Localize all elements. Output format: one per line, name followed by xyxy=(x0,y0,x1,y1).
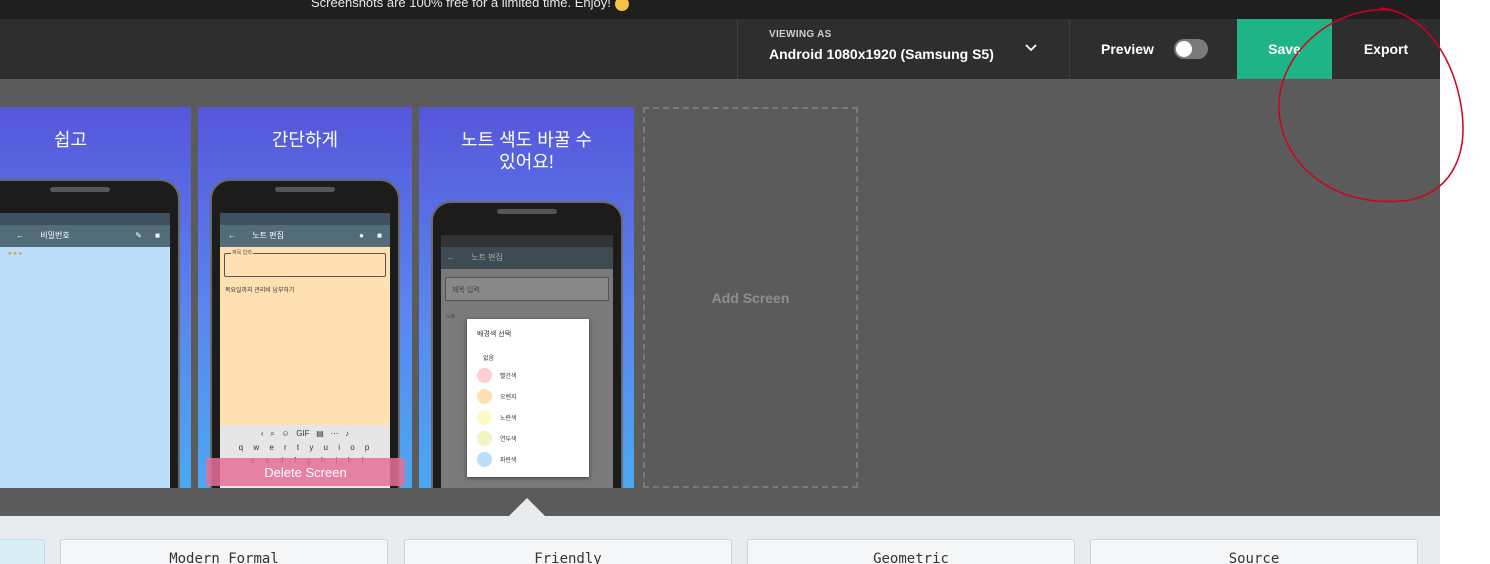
option-none[interactable]: 없음 xyxy=(483,353,579,362)
style-card-geometric[interactable]: Geometric xyxy=(747,539,1075,564)
option-lightgreen[interactable]: 연두색 xyxy=(477,431,579,446)
lock-icons: ● ● ● xyxy=(8,251,23,257)
app-bar: ← 노트 편집 xyxy=(441,247,613,269)
top-toolbar: VIEWING AS Android 1080x1920 (Samsung S5… xyxy=(0,19,1440,79)
viewing-as-label: VIEWING AS xyxy=(769,29,832,40)
swatch-yellow xyxy=(477,410,492,425)
preview-label: Preview xyxy=(1101,41,1154,57)
back-arrow-icon: ← xyxy=(16,231,24,240)
phone-frame: ← 노트 편집 제목 입력 노트 배경색 선택 없음 빨간색 오렌지 노란색 연… xyxy=(431,201,623,488)
style-card-friendly[interactable]: Friendly xyxy=(404,539,732,564)
color-picker-dialog: 배경색 선택 없음 빨간색 오렌지 노란색 연두색 파란색 xyxy=(467,319,589,477)
option-blue[interactable]: 파란색 xyxy=(477,452,579,467)
swatch-lightgreen xyxy=(477,431,492,446)
delete-screen-button[interactable]: Delete Screen xyxy=(206,458,405,486)
swatch-orange xyxy=(477,389,492,404)
keyboard-toolbar: ‹ ⌕ ☺ GIF ▤ ⋯ ♪ xyxy=(260,429,350,438)
title-field-hint: 제목 입력 xyxy=(452,287,480,294)
title-field[interactable]: 제목 입력 xyxy=(445,277,609,301)
screen-card-2[interactable]: 간단하게 ← 노트 편집 ● ■ 제목 입력 목요일까지 관리비 납부하기 ‹ … xyxy=(198,107,412,488)
toggle-knob xyxy=(1176,41,1192,57)
title-field-hint: 제목 입력 xyxy=(231,249,253,256)
chevron-down-icon xyxy=(1025,44,1037,52)
keyboard-row-1: q w e r t y u i o p xyxy=(238,443,374,452)
style-card-active[interactable] xyxy=(0,539,45,564)
option-orange[interactable]: 오렌지 xyxy=(477,389,579,404)
swatch-blue xyxy=(477,452,492,467)
phone-frame: ← 비밀번호 ✎ ■ ● ● ● xyxy=(0,179,180,488)
screen-title: 쉽고 xyxy=(53,130,88,150)
swatch-red xyxy=(477,368,492,383)
note-prefix: 노트 xyxy=(446,314,456,320)
device-name: Android 1080x1920 (Samsung S5) xyxy=(769,46,994,62)
preview-toggle[interactable] xyxy=(1174,39,1208,59)
promo-banner: Screenshots are 100% free for a limited … xyxy=(0,0,1440,19)
screen-card-3[interactable]: 노트 색도 바꿀 수 있어요! ← 노트 편집 제목 입력 노트 배경색 선택 xyxy=(419,107,634,488)
app-title: 비밀번호 xyxy=(40,231,70,240)
device-selector[interactable]: VIEWING AS Android 1080x1920 (Samsung S5… xyxy=(737,19,1070,79)
app-window: Screenshots are 100% free for a limited … xyxy=(0,0,1440,564)
red-circle-annotation xyxy=(1278,7,1464,203)
style-card-modern-formal[interactable]: Modern Formal xyxy=(60,539,388,564)
edit-icon: ✎ xyxy=(135,231,142,240)
delete-icon: ■ xyxy=(155,231,160,240)
palette-icon: ● xyxy=(359,231,364,240)
note-body xyxy=(0,247,170,488)
banner-text: Screenshots are 100% free for a limited … xyxy=(311,0,611,10)
smiley-icon xyxy=(614,0,629,11)
note-text: 목요일까지 관리비 납부하기 xyxy=(225,288,295,294)
option-red[interactable]: 빨간색 xyxy=(477,368,579,383)
app-bar: ← 비밀번호 ✎ ■ xyxy=(0,225,170,247)
app-title: 노트 편집 xyxy=(471,253,503,262)
app-bar: ← 노트 편집 ● ■ xyxy=(220,225,390,247)
dialog-title: 배경색 선택 xyxy=(477,331,512,338)
title-field[interactable]: 제목 입력 xyxy=(224,249,386,277)
page: Screenshots are 100% free for a limited … xyxy=(0,0,1490,564)
save-icon: ■ xyxy=(377,231,382,240)
back-arrow-icon: ← xyxy=(447,253,455,262)
selection-caret xyxy=(509,498,545,516)
screen-card-1[interactable]: 쉽고 ← 비밀번호 ✎ ■ ● ● ● xyxy=(0,107,191,488)
app-title: 노트 편집 xyxy=(252,231,284,240)
screen-title: 노트 색도 바꿀 수 있어요! xyxy=(461,130,592,172)
phone-frame: ← 노트 편집 ● ■ 제목 입력 목요일까지 관리비 납부하기 ‹ ⌕ ☺ G… xyxy=(210,179,400,488)
screen-title: 간단하게 xyxy=(271,130,339,150)
style-templates-bar: Modern Formal Friendly Geometric Source xyxy=(0,516,1440,564)
back-arrow-icon: ← xyxy=(228,231,236,240)
style-card-source[interactable]: Source xyxy=(1090,539,1418,564)
option-yellow[interactable]: 노란색 xyxy=(477,410,579,425)
add-screen-button[interactable]: Add Screen xyxy=(643,107,858,488)
screens-canvas: 쉽고 ← 비밀번호 ✎ ■ ● ● ● 간단하게 ← 노트 편집 ● ■ 제목 … xyxy=(0,79,1440,516)
